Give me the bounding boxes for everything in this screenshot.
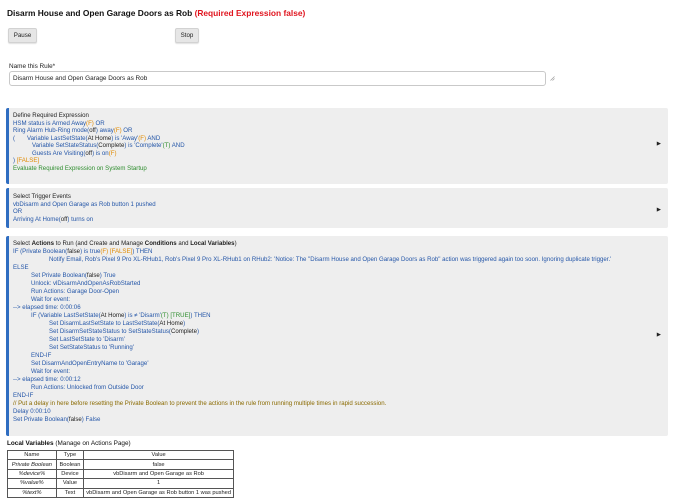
expr-line-guests: Guests Are Visiting(off) is on(F) xyxy=(32,149,117,157)
table-row: %value% Value 1 xyxy=(7,478,234,489)
trigger-line-arriving: Arriving At Home(off) turns on xyxy=(13,215,94,223)
action-line-notify: Notify Email, Rob's Pixel 9 Pro XL-RHub1… xyxy=(49,256,612,263)
variable-name-cell: Private Boolean xyxy=(7,459,57,470)
action-line-set-boolean-false: Set Private Boolean(false) False xyxy=(13,416,101,423)
pause-button[interactable]: Pause xyxy=(8,28,37,43)
expr-line-startup: Evaluate Required Expression on System S… xyxy=(13,164,147,172)
triangle-right-icon[interactable]: ▶ xyxy=(657,207,661,213)
action-line-delay: Delay 0:00:10 xyxy=(13,408,51,415)
table-row: %device% Device vbDisarm and Open Garage… xyxy=(7,468,234,480)
expr-line-statestatus: Variable SetStateStatus(Complete) is 'Co… xyxy=(32,142,185,149)
variable-type-cell: Text xyxy=(55,487,85,498)
variable-value-cell: 1 xyxy=(83,478,234,489)
trigger-line-button: vbDisarm and Open Garage as Rob button 1… xyxy=(13,200,156,208)
resize-grip-icon[interactable] xyxy=(550,76,555,81)
page-title: Disarm House and Open Garage Doors as Ro… xyxy=(7,8,305,18)
action-line-endif-inner: END-IF xyxy=(31,352,52,359)
variable-name-cell: %device% xyxy=(7,468,57,480)
actions-title: Select Actions to Run (and Create and Ma… xyxy=(13,240,237,247)
action-line-set-entryname: Set DisarmAndOpenEntryName to 'Garage' xyxy=(31,360,149,367)
column-header: Name xyxy=(7,449,57,461)
trigger-events-section[interactable]: Select Trigger Events vbDisarm and Open … xyxy=(6,188,668,228)
action-line-run-unlocked: Run Actions: Unlocked from Outside Door xyxy=(31,384,144,391)
action-line-set-disarm-statestatus: Set DisarmSetStateStatus to SetStateStat… xyxy=(49,328,200,335)
variable-value-cell: vbDisarm and Open Garage as Rob xyxy=(83,468,234,480)
action-line-else: ELSE xyxy=(13,264,29,271)
triangle-right-icon[interactable]: ▶ xyxy=(657,141,661,147)
variable-value-cell: vbDisarm and Open Garage as Rob button 1… xyxy=(83,487,234,498)
rule-name-input[interactable]: Disarm House and Open Garage Doors as Ro… xyxy=(9,71,546,86)
rule-title: Disarm House and Open Garage Doors as Ro… xyxy=(7,8,193,18)
action-line-elapsed-2: --> elapsed time: 0:00:12 xyxy=(13,376,81,383)
action-line-set-statestatus: Set SetStateStatus to 'Running' xyxy=(49,344,134,351)
stop-button[interactable]: Stop xyxy=(175,28,199,43)
action-line-unlock: Unlock: vlDisarmAndOpenAsRobStarted xyxy=(31,280,141,287)
variable-type-cell: Value xyxy=(55,478,85,489)
variable-name-cell: %text% xyxy=(7,487,57,498)
table-row: %text% Text vbDisarm and Open Garage as … xyxy=(7,487,234,498)
action-line-set-boolean-true: Set Private Boolean(false) True xyxy=(31,272,116,279)
expr-line-laststate: (Variable LastSetState(At Home) is 'Away… xyxy=(13,134,161,142)
required-expression-title: Define Required Expression xyxy=(13,112,89,119)
expr-line-hsm: HSM status is Armed Away(F) OR xyxy=(13,119,105,127)
action-line-set-laststate: Set LastSetState to 'Disarm' xyxy=(49,336,125,343)
triangle-right-icon[interactable]: ▶ xyxy=(657,332,661,338)
variable-type-cell: Boolean xyxy=(55,459,85,470)
rule-name-value: Disarm House and Open Garage Doors as Ro… xyxy=(13,75,148,82)
action-line-if-laststate: IF (Variable LastSetState(At Home) is ≠ … xyxy=(31,312,211,319)
action-line-set-disarm-laststate: Set DisarmLastSetState to LastSetState(A… xyxy=(49,320,186,327)
action-line-run-garage: Run Actions: Garage Door-Open xyxy=(31,288,120,295)
action-line-elapsed-1: --> elapsed time: 0:00:06 xyxy=(13,304,81,311)
local-variables-heading: Local Variables (Manage on Actions Page) xyxy=(7,440,131,447)
action-line-endif-outer: END-IF xyxy=(13,392,34,399)
table-row: Private Boolean Boolean false xyxy=(7,459,234,470)
column-header: Value xyxy=(83,449,234,461)
variable-type-cell: Device xyxy=(55,468,85,480)
variable-value-cell: false xyxy=(83,459,234,470)
table-header-row: Name Type Value xyxy=(7,449,234,461)
trigger-line-or: OR xyxy=(13,208,23,215)
column-header: Type xyxy=(55,449,85,461)
required-expression-section[interactable]: Define Required Expression HSM status is… xyxy=(6,108,668,184)
variable-name-cell: %value% xyxy=(7,478,57,489)
rule-status: (Required Expression false) xyxy=(194,8,306,18)
action-line-comment: // Put a delay in here before resetting … xyxy=(13,400,387,407)
action-line-if-boolean: IF (Private Boolean(false) is true(F) [F… xyxy=(13,248,153,255)
local-variables-table: Name Type Value Private Boolean Boolean … xyxy=(7,449,234,498)
trigger-events-title: Select Trigger Events xyxy=(13,193,71,200)
expr-line-ring: Ring Alarm Hub-Ring mode(off) away(F) OR xyxy=(13,127,133,134)
rule-name-label: Name this Rule* xyxy=(9,63,56,70)
action-line-wait-1: Wait for event: xyxy=(31,296,71,303)
action-line-wait-2: Wait for event: xyxy=(31,368,71,375)
expr-line-result: ) [FALSE] xyxy=(13,157,40,164)
actions-section[interactable]: Select Actions to Run (and Create and Ma… xyxy=(6,236,668,436)
